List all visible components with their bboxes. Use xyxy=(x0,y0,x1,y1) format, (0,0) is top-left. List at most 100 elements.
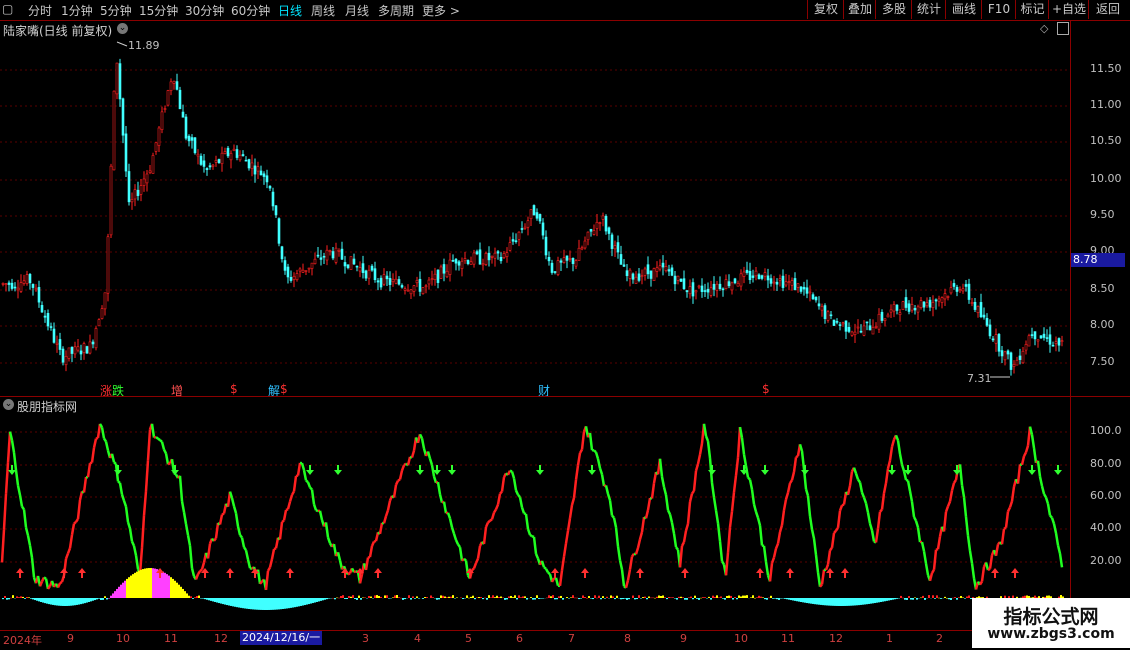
candle-body xyxy=(181,111,185,118)
period-60min[interactable]: 60分钟 xyxy=(231,2,270,19)
candle-body xyxy=(808,291,812,294)
oscillator-segment xyxy=(128,528,134,542)
candle-body xyxy=(928,299,932,308)
tool-duogu[interactable]: 多股 xyxy=(875,0,912,19)
oscillator-segment xyxy=(1049,514,1053,519)
histogram-bar xyxy=(716,595,718,598)
candle-body xyxy=(355,265,359,268)
oscillator-segment xyxy=(762,545,768,563)
period-weekly[interactable]: 周线 xyxy=(311,2,335,19)
histogram-bar xyxy=(462,598,464,600)
histogram-bar xyxy=(354,598,356,599)
oscillator-segment xyxy=(164,453,170,465)
indicator-chart[interactable] xyxy=(0,397,1070,630)
candle-body xyxy=(556,260,560,275)
tool-zixuan[interactable]: +自选 xyxy=(1048,0,1089,19)
candle-body xyxy=(502,253,506,258)
histogram-bar xyxy=(46,598,48,604)
histogram-bar xyxy=(240,598,242,608)
histogram-bar xyxy=(828,598,830,606)
candle-body xyxy=(292,275,296,280)
indicator-tick: 80.00 xyxy=(1090,457,1122,470)
tool-diejia[interactable]: 叠加 xyxy=(843,0,876,19)
histogram-bar xyxy=(148,568,150,598)
histogram-bar xyxy=(114,591,116,598)
tool-back[interactable]: 返回 xyxy=(1088,0,1127,19)
price-tick: 8.00 xyxy=(1090,318,1115,331)
histogram-bar xyxy=(70,598,72,606)
histogram-bar xyxy=(266,598,268,610)
event-marker[interactable]: $ xyxy=(762,382,770,396)
period-icon[interactable]: ▢ xyxy=(2,2,13,16)
histogram-bar xyxy=(214,598,216,602)
event-marker[interactable]: $ xyxy=(230,382,238,396)
candle-body xyxy=(841,322,845,325)
oscillator-segment xyxy=(666,509,672,515)
tool-f10[interactable]: F10 xyxy=(981,0,1016,19)
oscillator-segment xyxy=(306,481,312,488)
tool-huaxian[interactable]: 画线 xyxy=(945,0,982,19)
histogram-bar xyxy=(32,598,34,600)
period-fenshi[interactable]: 分时 xyxy=(28,2,52,19)
period-1min[interactable]: 1分钟 xyxy=(61,2,93,19)
candle-body xyxy=(199,155,203,165)
candle-body xyxy=(730,282,734,291)
histogram-bar xyxy=(768,597,770,599)
histogram-bar xyxy=(280,598,282,610)
date-label: 10 xyxy=(734,632,748,645)
candle-body xyxy=(238,154,242,161)
oscillator-segment xyxy=(76,499,82,520)
oscillator-segment xyxy=(26,535,32,546)
oscillator-segment xyxy=(638,531,644,540)
histogram-bar xyxy=(670,597,672,598)
oscillator-segment xyxy=(712,497,718,511)
tool-tongji[interactable]: 统计 xyxy=(911,0,946,19)
buy-arrow xyxy=(581,568,589,578)
candle-body xyxy=(304,270,308,272)
candle-body xyxy=(76,346,80,351)
candle-body xyxy=(316,254,320,257)
candle-body xyxy=(583,240,587,249)
period-more[interactable]: 更多 > xyxy=(422,2,460,19)
period-multi[interactable]: 多周期 xyxy=(378,2,414,19)
candle-body xyxy=(724,279,728,290)
period-daily[interactable]: 日线 xyxy=(278,2,302,19)
oscillator-segment xyxy=(90,447,96,463)
candle-body xyxy=(1042,333,1046,338)
oscillator-segment xyxy=(726,527,732,553)
oscillator-segment xyxy=(46,585,52,590)
oscillator-segment xyxy=(510,471,516,479)
histogram-bar xyxy=(678,596,680,598)
candle-body xyxy=(115,62,119,95)
oscillator-segment xyxy=(4,462,10,494)
oscillator-segment xyxy=(922,550,928,564)
histogram-bar xyxy=(662,595,664,598)
histogram-bar xyxy=(138,570,140,598)
event-marker[interactable]: $ xyxy=(280,382,288,396)
tool-fuquan[interactable]: 复权 xyxy=(807,0,844,19)
tool-biaoji[interactable]: 标记 xyxy=(1015,0,1049,19)
histogram-bar xyxy=(736,598,738,600)
oscillator-segment xyxy=(724,552,730,576)
oscillator-segment xyxy=(970,563,976,579)
price-chart[interactable] xyxy=(0,20,1070,396)
oscillator-segment xyxy=(830,532,836,548)
histogram-bar xyxy=(770,595,772,598)
candle-body xyxy=(571,257,575,264)
histogram-bar xyxy=(302,598,304,606)
candle-body xyxy=(916,306,920,313)
period-30min[interactable]: 30分钟 xyxy=(185,2,224,19)
period-15min[interactable]: 15分钟 xyxy=(139,2,178,19)
histogram-bar xyxy=(836,598,838,606)
histogram-bar xyxy=(948,598,950,600)
candle-body xyxy=(385,275,389,280)
histogram-bar xyxy=(402,598,404,600)
candle-body xyxy=(727,281,731,287)
histogram-bar xyxy=(408,595,410,598)
period-monthly[interactable]: 月线 xyxy=(345,2,369,19)
histogram-bar xyxy=(228,598,230,606)
histogram-bar xyxy=(264,598,266,610)
oscillator-segment xyxy=(784,492,790,500)
oscillator-segment xyxy=(570,497,576,506)
period-5min[interactable]: 5分钟 xyxy=(100,2,132,19)
